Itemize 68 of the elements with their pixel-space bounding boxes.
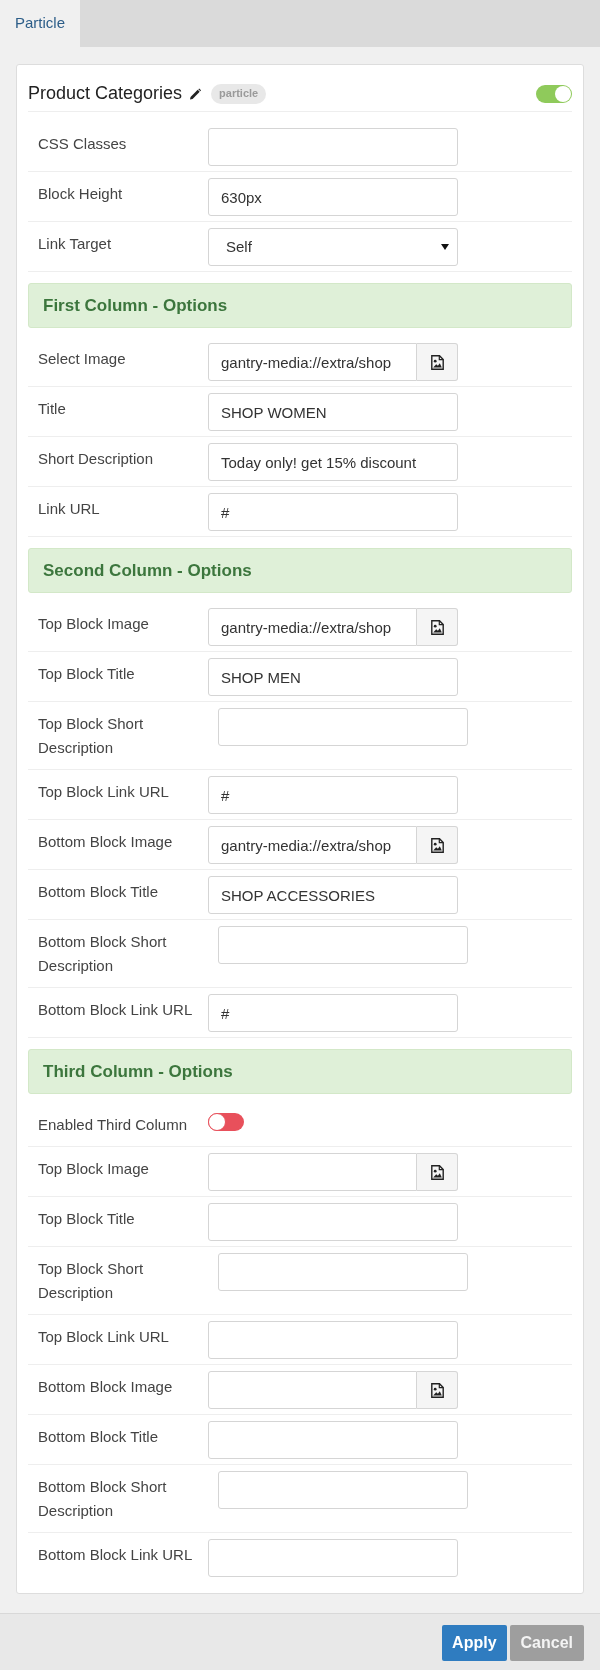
type-badge: particle bbox=[211, 83, 267, 104]
section-header: Second Column - Options bbox=[28, 548, 572, 593]
text-field[interactable] bbox=[218, 1253, 468, 1291]
field-label: Bottom Block Image bbox=[38, 832, 174, 852]
text-field[interactable] bbox=[208, 1321, 458, 1359]
field-label: Top Block Short Description bbox=[38, 1259, 145, 1303]
caret-icon bbox=[441, 244, 449, 250]
text-field[interactable]: SHOP WOMEN bbox=[208, 393, 458, 431]
field-label: Bottom Block Short Description bbox=[38, 932, 168, 976]
field-label: Top Block Short Description bbox=[38, 714, 145, 758]
image-picker-button[interactable] bbox=[417, 343, 458, 381]
field-label: Top Block Link URL bbox=[38, 1327, 170, 1347]
field-label: Top Block Image bbox=[38, 1159, 150, 1179]
text-field[interactable]: # bbox=[208, 493, 458, 531]
image-file-icon bbox=[430, 1164, 444, 1180]
image-file-icon bbox=[430, 837, 444, 853]
particle-title: Product Categories bbox=[28, 82, 183, 105]
text-field[interactable]: 630px bbox=[208, 178, 458, 216]
field-label: Bottom Block Short Description bbox=[38, 1477, 168, 1521]
image-picker-button[interactable] bbox=[417, 826, 458, 864]
image-picker-button[interactable] bbox=[417, 608, 458, 646]
image-path-field[interactable]: gantry-media://extra/shop bbox=[208, 343, 417, 381]
toggle-switch[interactable] bbox=[208, 1113, 244, 1131]
field-label: Bottom Block Link URL bbox=[38, 1000, 194, 1020]
text-field[interactable] bbox=[208, 128, 458, 166]
field-label: Top Block Image bbox=[38, 614, 150, 634]
select-dropdown[interactable]: Self bbox=[208, 228, 458, 266]
tab[interactable]: Particle bbox=[0, 0, 81, 47]
field-label: Bottom Block Link URL bbox=[38, 1545, 194, 1565]
text-field[interactable] bbox=[218, 1471, 468, 1509]
section-header: First Column - Options bbox=[28, 283, 572, 328]
field-label: Block Height bbox=[38, 184, 124, 204]
field-label: Top Block Title bbox=[38, 1209, 136, 1229]
field-label: Enabled Third Column bbox=[38, 1115, 188, 1135]
field-label: Bottom Block Title bbox=[38, 1427, 160, 1447]
image-file-icon bbox=[430, 354, 444, 370]
text-field[interactable]: # bbox=[208, 776, 458, 814]
pencil-icon[interactable] bbox=[190, 87, 202, 100]
field-label: Top Block Title bbox=[38, 664, 136, 684]
field-label: Link URL bbox=[38, 499, 101, 519]
section-header: Third Column - Options bbox=[28, 1049, 572, 1094]
text-field[interactable] bbox=[208, 1421, 458, 1459]
field-label: Link Target bbox=[38, 234, 113, 254]
field-label: Short Description bbox=[38, 449, 155, 469]
text-field[interactable]: Today only! get 15% discount bbox=[208, 443, 458, 481]
field-label: Bottom Block Image bbox=[38, 1377, 174, 1397]
text-field[interactable] bbox=[208, 1539, 458, 1577]
image-picker-button[interactable] bbox=[417, 1153, 458, 1191]
text-field[interactable]: SHOP ACCESSORIES bbox=[208, 876, 458, 914]
image-file-icon bbox=[430, 619, 444, 635]
text-field[interactable] bbox=[218, 926, 468, 964]
image-path-field[interactable] bbox=[208, 1371, 417, 1409]
field-label: Select Image bbox=[38, 349, 127, 369]
image-path-field[interactable]: gantry-media://extra/shop bbox=[208, 826, 417, 864]
field-label: CSS Classes bbox=[38, 134, 128, 154]
text-field[interactable] bbox=[208, 1203, 458, 1241]
text-field[interactable]: SHOP MEN bbox=[208, 658, 458, 696]
field-label: Top Block Link URL bbox=[38, 782, 170, 802]
image-path-field[interactable]: gantry-media://extra/shop bbox=[208, 608, 417, 646]
text-field[interactable] bbox=[218, 708, 468, 746]
field-label: Bottom Block Title bbox=[38, 882, 160, 902]
toggle-switch[interactable] bbox=[536, 84, 572, 103]
apply-button[interactable]: Apply bbox=[442, 1625, 507, 1661]
image-path-field[interactable] bbox=[208, 1153, 417, 1191]
image-picker-button[interactable] bbox=[417, 1371, 458, 1409]
image-file-icon bbox=[430, 1382, 444, 1398]
text-field[interactable]: # bbox=[208, 994, 458, 1032]
field-label: Title bbox=[38, 399, 67, 419]
